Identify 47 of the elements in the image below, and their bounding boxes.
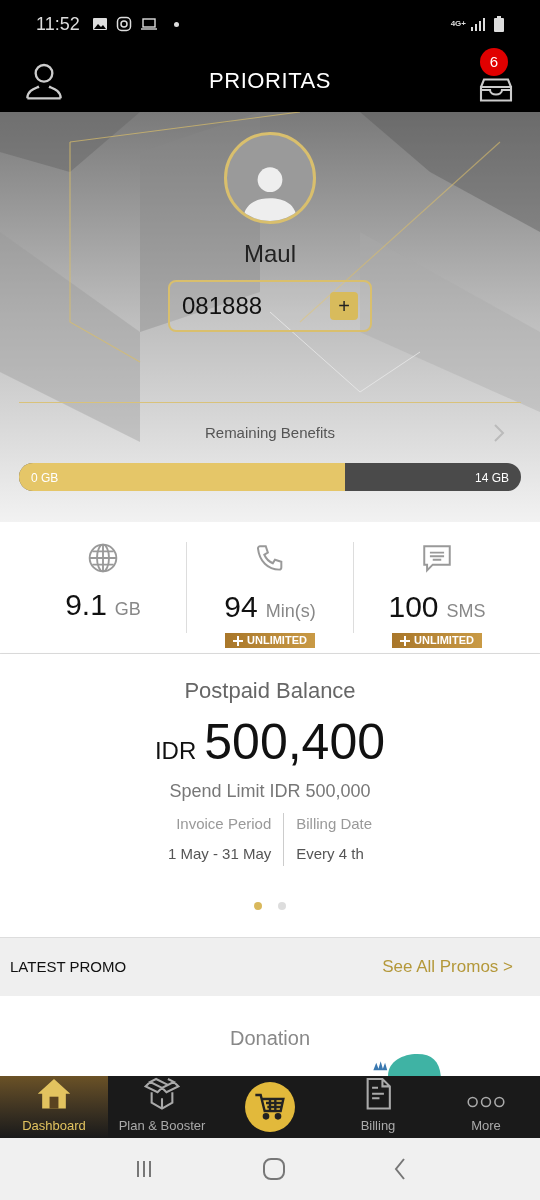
signal-icon: [470, 16, 486, 32]
progress-max-label: 14 GB: [474, 470, 509, 487]
nav-tab[interactable]: More: [432, 1076, 540, 1138]
nav-tab[interactable]: Billing: [324, 1076, 432, 1138]
home-icon: [36, 1076, 72, 1112]
user-name: Maul: [244, 239, 296, 269]
quota-value: 9.1: [65, 587, 107, 623]
remaining-benefits-link[interactable]: Remaining Benefits: [19, 403, 521, 463]
spend-limit: Spend Limit IDR 500,000: [169, 779, 371, 803]
phone-number-box[interactable]: 081888 +: [168, 280, 372, 332]
quota-unit: Min(s): [265, 600, 316, 623]
quota-unit: GB: [114, 598, 141, 621]
unlimited-badge: UNLIMITED: [392, 633, 482, 648]
network-label: 4G+: [450, 20, 466, 28]
recent-apps-icon[interactable]: [134, 1159, 154, 1179]
home-button-icon[interactable]: [262, 1157, 286, 1181]
gallery-icon: [91, 16, 108, 32]
billing-date-label: Billing Date: [296, 813, 373, 834]
nav-tab[interactable]: Plan & Booster: [108, 1076, 216, 1138]
status-time: 11:52: [36, 12, 80, 36]
billing-date-value: Every 4 th: [296, 844, 364, 864]
balance-amount: 500,400: [204, 713, 386, 772]
currency-label: IDR: [154, 736, 197, 766]
notification-badge: 6: [480, 48, 508, 76]
promo-card-title: Donation: [229, 1026, 311, 1051]
progress-min-label: 0 GB: [31, 470, 59, 487]
add-number-button[interactable]: +: [330, 292, 358, 320]
battery-icon: [494, 16, 504, 32]
balance-title: Postpaid Balance: [184, 677, 356, 705]
invoice-period-label: Invoice Period: [176, 813, 272, 834]
section-title: LATEST PROMO: [10, 956, 127, 977]
boxes-icon: [144, 1076, 180, 1112]
quota-unit: SMS: [446, 600, 486, 623]
back-icon[interactable]: [394, 1157, 406, 1181]
nav-tab[interactable]: Dashboard: [0, 1076, 108, 1138]
laptop-icon: [139, 16, 158, 32]
inbox-icon: [478, 78, 514, 102]
invoice-period-value: 1 May - 31 May: [167, 844, 272, 864]
page-title: PRIORITAS: [209, 66, 331, 95]
phone-number: 081888: [182, 291, 263, 321]
quota-value: 94: [224, 589, 258, 625]
unlimited-badge: UNLIMITED: [225, 633, 315, 648]
cart-icon: [254, 1091, 286, 1123]
quota-value: 100: [388, 589, 439, 625]
globe-icon: [87, 542, 119, 574]
camera-icon: [115, 16, 132, 32]
chevron-right-icon: [493, 423, 505, 443]
